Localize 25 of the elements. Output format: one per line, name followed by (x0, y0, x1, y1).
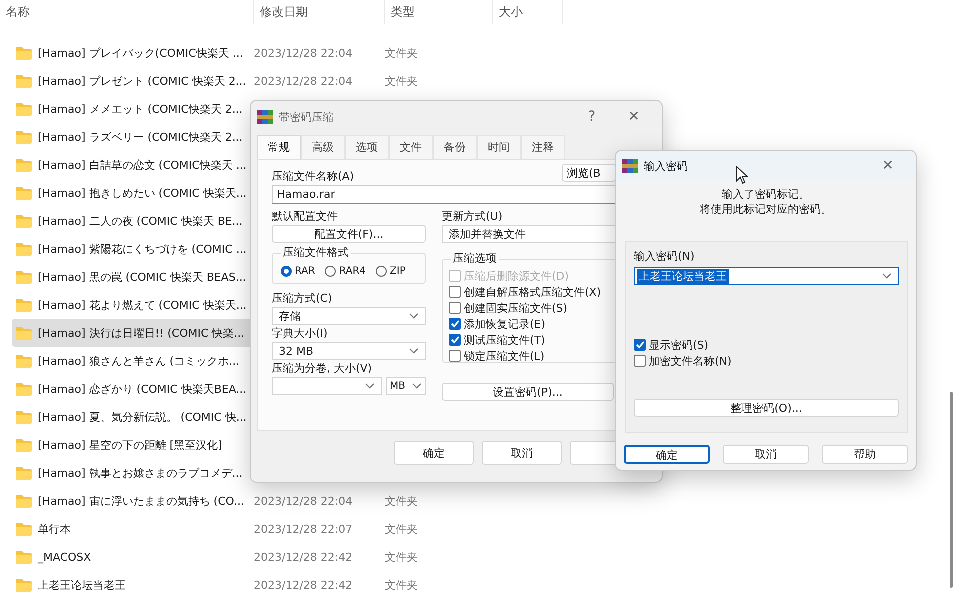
file-type: 文件夹 (385, 550, 418, 564)
field-label: 字典大小(I) (272, 326, 328, 342)
window-title: 输入密码 (644, 158, 688, 174)
file-type: 文件夹 (385, 522, 418, 536)
date-modified: 2023/12/28 22:04 (254, 74, 353, 88)
date-modified: 2023/12/28 22:42 (254, 550, 353, 564)
date-modified: 2023/12/28 22:04 (254, 46, 353, 60)
file-type: 文件夹 (385, 46, 418, 60)
field-label: 默认配置文件 (272, 209, 338, 225)
field-label: 压缩为分卷, 大小(V) (272, 361, 372, 377)
date-modified: 2023/12/28 22:07 (254, 522, 353, 536)
field-label: 压缩方式(C) (272, 291, 332, 307)
field-label: 压缩文件名称(A) (272, 169, 354, 185)
message-text: 输入了密码标记。 (721, 187, 811, 202)
date-modified: 2023/12/28 22:42 (254, 578, 353, 592)
window-title: 带密码压缩 (279, 110, 334, 124)
file-type: 文件夹 (385, 578, 418, 592)
group-title: 压缩文件格式 (281, 245, 351, 260)
message-text: 将使用此标记对应的密码。 (699, 202, 833, 217)
file-type: 文件夹 (385, 74, 418, 88)
field-label: 输入密码(N) (634, 249, 695, 265)
field-label: 更新方式(U) (442, 209, 503, 225)
group-title: 压缩选项 (451, 251, 499, 266)
date-modified: 2023/12/28 22:04 (254, 494, 353, 508)
file-type: 文件夹 (385, 494, 418, 508)
